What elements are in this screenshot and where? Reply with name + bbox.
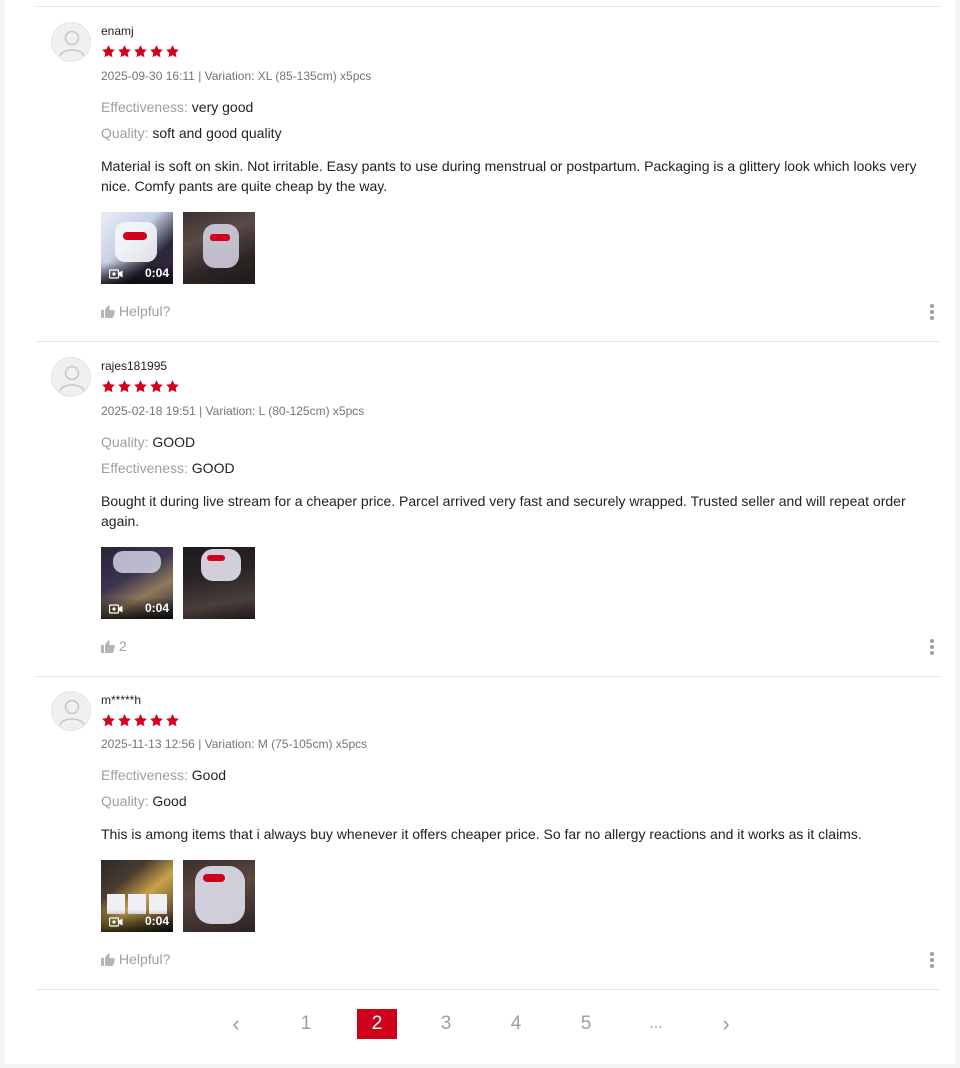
attribute-value: Good	[152, 793, 187, 809]
more-vertical-icon[interactable]	[929, 639, 935, 657]
helpful-label: Helpful?	[119, 303, 171, 319]
divider	[36, 341, 940, 342]
reviews-panel: enamj 2025-09-30 16:11 | Variation: XL (…	[5, 0, 955, 1064]
thumbs-up-icon	[101, 953, 115, 966]
helpful-label: Helpful?	[119, 951, 171, 967]
review-username: rajes181995	[101, 359, 168, 373]
attribute-key: Effectiveness:	[101, 460, 188, 476]
star-icon	[166, 45, 179, 58]
attribute-value: Good	[191, 767, 227, 783]
review-text: This is among items that i always buy wh…	[101, 826, 862, 842]
star-icon	[102, 380, 115, 393]
attribute-value: very good	[191, 99, 254, 115]
helpful-count: 2	[119, 638, 127, 654]
star-icon	[166, 380, 179, 393]
review-username: m*****h	[101, 693, 142, 707]
review-meta: 2025-11-13 12:56 | Variation: M (75-105c…	[101, 737, 368, 751]
video-duration: 0:04	[144, 601, 169, 615]
star-icon	[102, 45, 115, 58]
thumbs-up-icon	[101, 305, 115, 318]
star-icon	[134, 380, 147, 393]
star-icon	[118, 45, 131, 58]
user-avatar-icon	[51, 691, 91, 731]
page-button-5[interactable]: 5	[566, 1009, 606, 1039]
page-button-1[interactable]: 1	[286, 1009, 326, 1039]
review-username: enamj	[101, 24, 134, 38]
attribute-key: Quality:	[101, 793, 149, 809]
attribute-key: Effectiveness:	[101, 767, 188, 783]
review-attribute: Quality: Good	[101, 793, 187, 809]
attribute-value: soft and good quality	[152, 125, 282, 141]
helpful-button[interactable]: 2	[101, 638, 127, 654]
star-icon	[118, 380, 131, 393]
rating-stars	[101, 379, 180, 395]
thumbs-up-icon	[101, 640, 115, 653]
attribute-key: Effectiveness:	[101, 99, 188, 115]
review-attribute: Quality: GOOD	[101, 434, 195, 450]
star-icon	[150, 45, 163, 58]
star-icon	[134, 45, 147, 58]
review-video-thumbnail[interactable]: 0:04	[101, 860, 173, 932]
star-icon	[150, 380, 163, 393]
review-photo-thumbnail[interactable]	[183, 860, 255, 932]
review-text: Material is soft on skin. Not irritable.…	[101, 158, 917, 194]
star-icon	[134, 714, 147, 727]
attribute-value: GOOD	[152, 434, 196, 450]
page-button-4[interactable]: 4	[496, 1009, 536, 1039]
pagination-next-button[interactable]: ›	[706, 1009, 746, 1039]
review-attribute: Effectiveness: Good	[101, 767, 226, 783]
divider	[36, 989, 940, 990]
video-camera-icon	[109, 604, 123, 614]
helpful-button[interactable]: Helpful?	[101, 303, 170, 319]
video-duration: 0:04	[144, 914, 169, 928]
more-vertical-icon[interactable]	[929, 952, 935, 970]
page-button-3[interactable]: 3	[426, 1009, 466, 1039]
divider	[36, 676, 940, 677]
video-camera-icon	[109, 269, 123, 279]
star-icon	[150, 714, 163, 727]
user-avatar-icon	[51, 22, 91, 62]
star-icon	[166, 714, 179, 727]
review-video-thumbnail[interactable]: 0:04	[101, 212, 173, 284]
star-icon	[118, 714, 131, 727]
page-ellipsis[interactable]: ...	[636, 1009, 676, 1039]
attribute-key: Quality:	[101, 434, 149, 450]
video-camera-icon	[109, 917, 123, 927]
helpful-button[interactable]: Helpful?	[101, 951, 170, 967]
review-meta: 2025-09-30 16:11 | Variation: XL (85-135…	[101, 69, 372, 83]
review-attribute: Effectiveness: very good	[101, 99, 253, 115]
user-avatar-icon	[51, 357, 91, 397]
review-meta: 2025-02-18 19:51 | Variation: L (80-125c…	[101, 404, 365, 418]
review-photo-thumbnail[interactable]	[183, 212, 255, 284]
review-text: Bought it during live stream for a cheap…	[101, 493, 906, 529]
review-video-thumbnail[interactable]: 0:04	[101, 547, 173, 619]
pagination: ‹ 1 2 3 4 5 ... ›	[5, 1009, 955, 1041]
page-button-2-current[interactable]: 2	[357, 1009, 397, 1039]
review-photo-thumbnail[interactable]	[183, 547, 255, 619]
divider	[36, 6, 940, 7]
rating-stars	[101, 713, 180, 729]
more-vertical-icon[interactable]	[929, 304, 935, 322]
review-attribute: Effectiveness: GOOD	[101, 460, 235, 476]
star-icon	[102, 714, 115, 727]
review-attribute: Quality: soft and good quality	[101, 125, 282, 141]
rating-stars	[101, 44, 180, 60]
video-duration: 0:04	[144, 266, 169, 280]
pagination-prev-button[interactable]: ‹	[216, 1009, 256, 1039]
attribute-key: Quality:	[101, 125, 149, 141]
attribute-value: GOOD	[191, 460, 235, 476]
